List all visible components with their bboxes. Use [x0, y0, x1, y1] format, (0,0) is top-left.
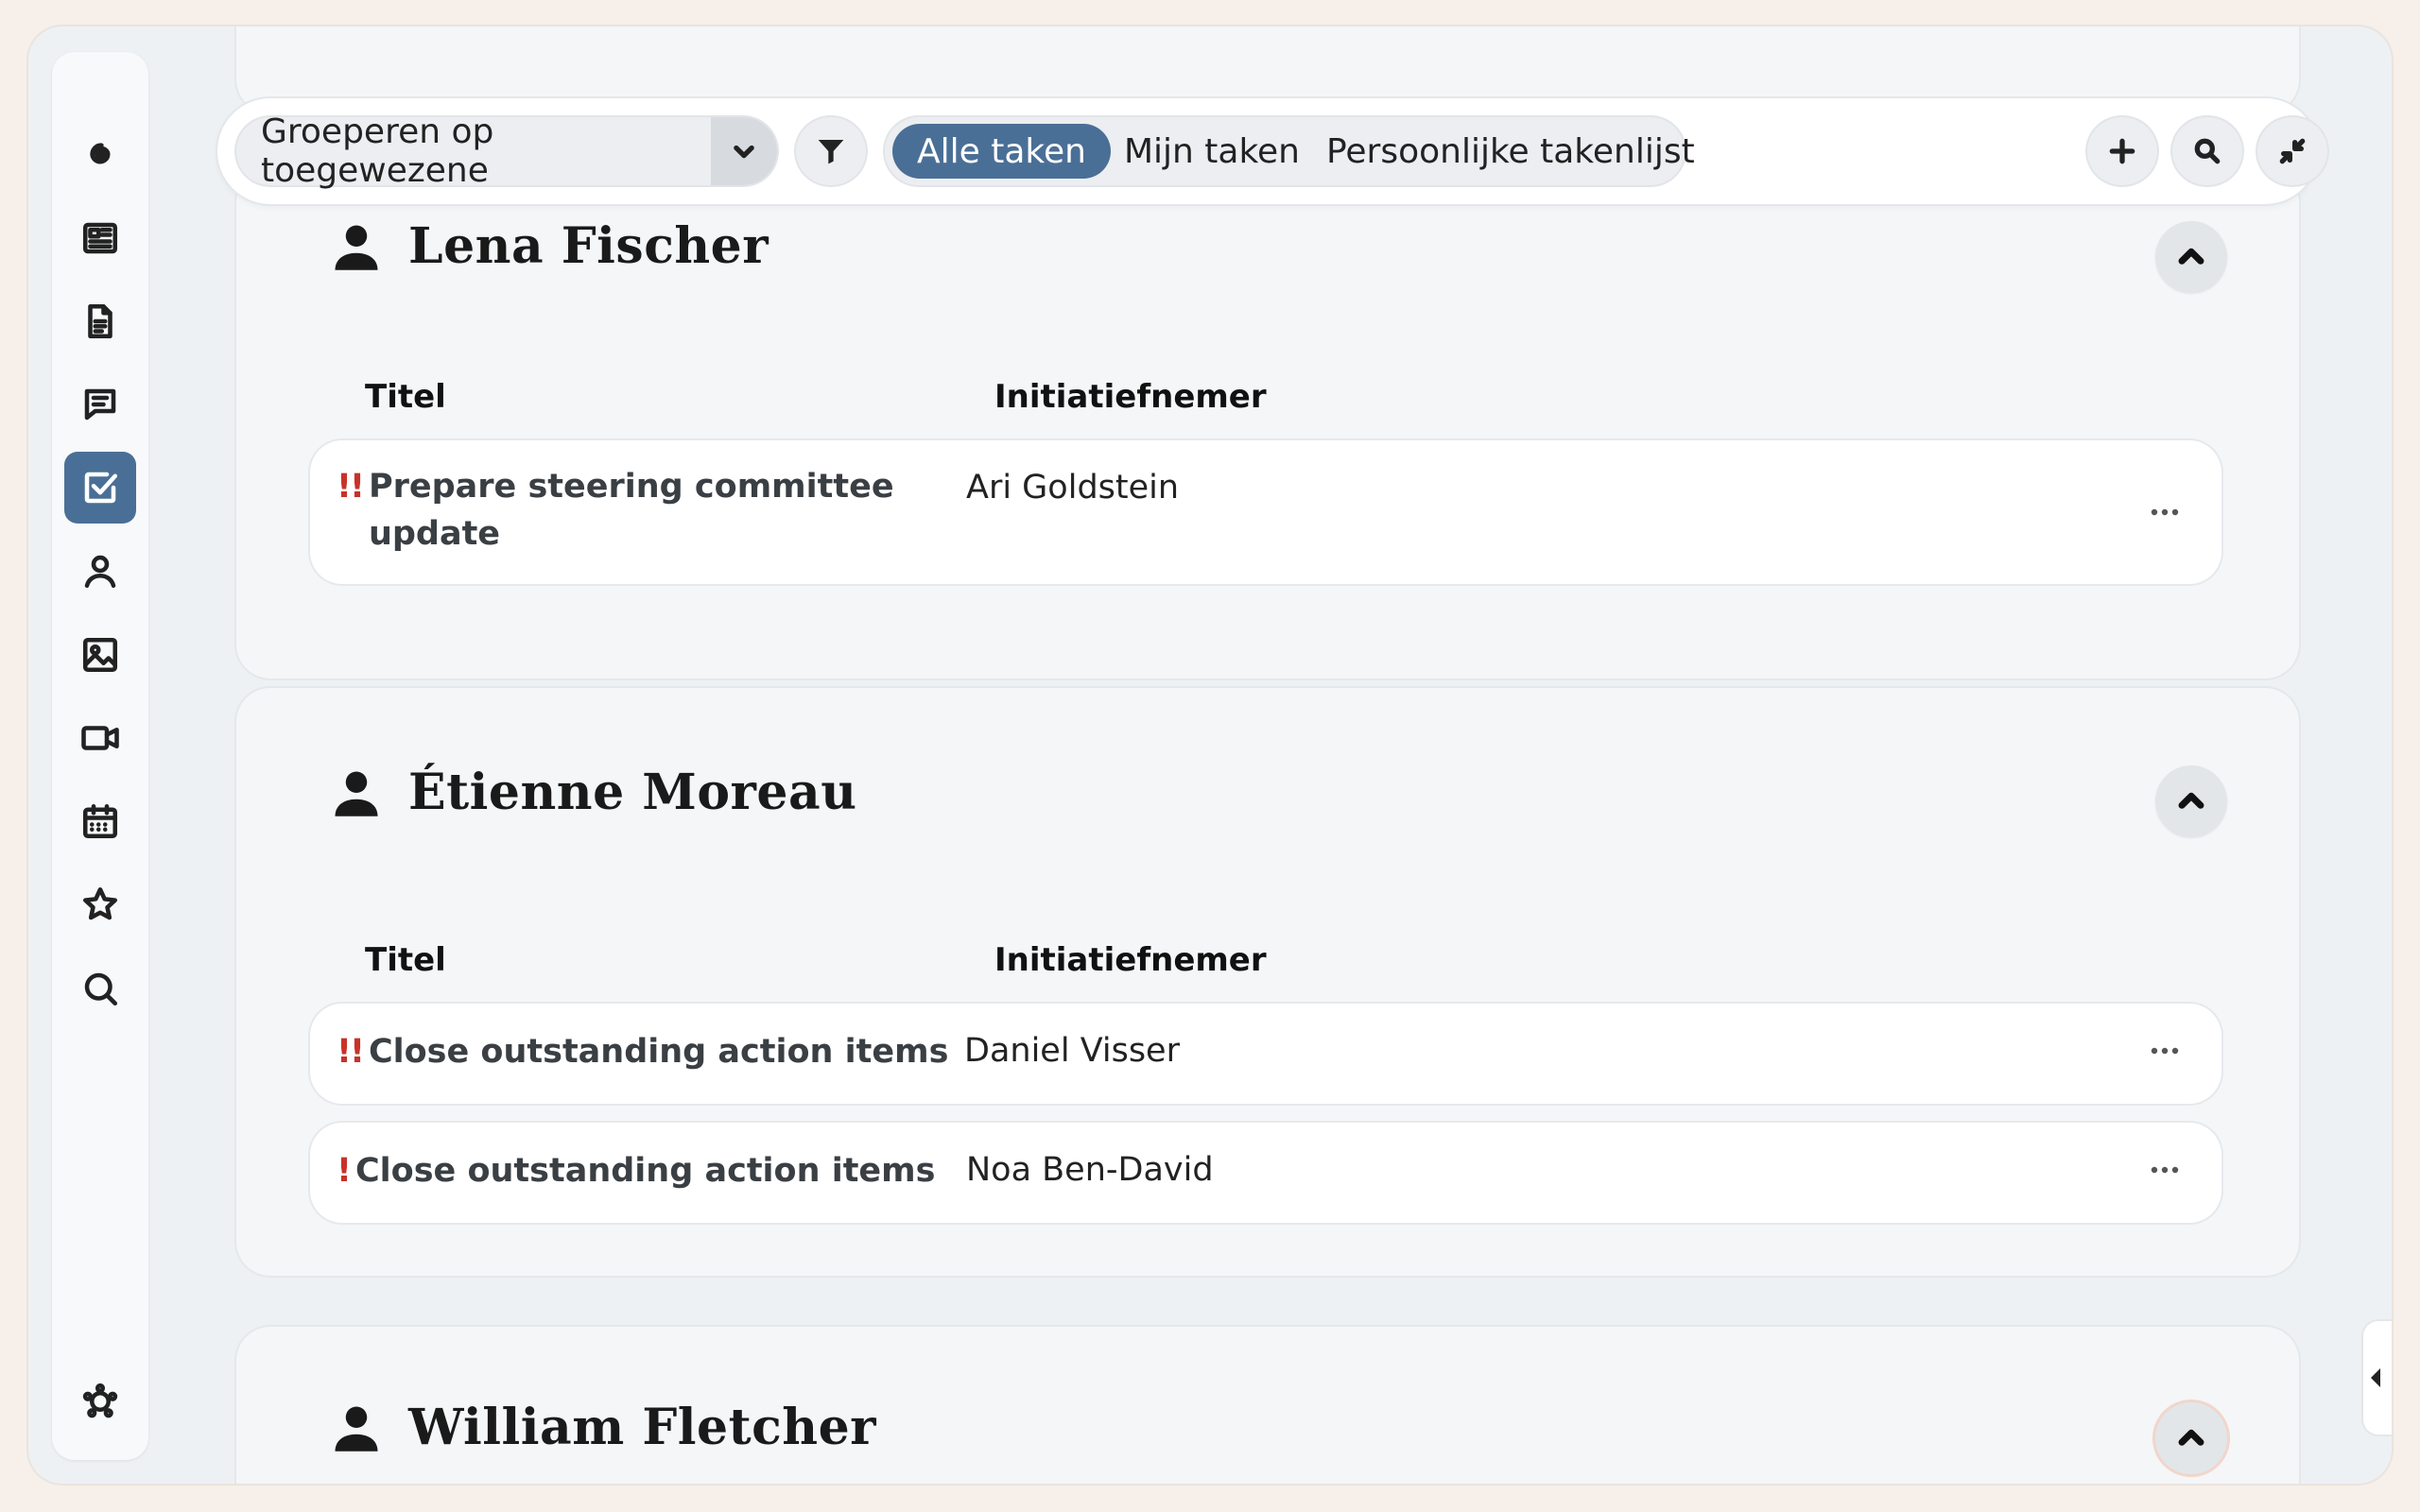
- collapse-all-button[interactable]: [2257, 117, 2327, 185]
- plus-icon: [2109, 138, 2135, 164]
- group-header: Lena Fischer: [331, 217, 769, 275]
- tab-all-tasks[interactable]: Alle taken: [892, 124, 1111, 179]
- task-title[interactable]: ! Close outstanding action items: [337, 1147, 935, 1194]
- task-initiator: Daniel Visser: [964, 1032, 1180, 1070]
- task-list-area: Lena Fischer Titel Initiatiefnemer !! Pr…: [28, 26, 2392, 1484]
- group-header: Étienne Moreau: [331, 764, 857, 821]
- chevron-left-icon: [2371, 1368, 2380, 1387]
- ellipsis-icon: [2151, 508, 2179, 516]
- search-icon: [2194, 138, 2221, 164]
- group-card: Lena Fischer Titel Initiatiefnemer !! Pr…: [236, 168, 2299, 679]
- search-button[interactable]: [2172, 117, 2242, 185]
- group-by-dropdown-button[interactable]: [711, 117, 777, 185]
- task-initiator: Noa Ben-David: [966, 1151, 1214, 1189]
- group-card: William Fletcher: [236, 1327, 2299, 1484]
- group-card: Étienne Moreau Titel Initiatiefnemer !! …: [236, 688, 2299, 1276]
- task-title-text: Prepare steering committee update: [368, 468, 894, 553]
- filter-button[interactable]: [796, 117, 866, 185]
- task-title[interactable]: !! Prepare steering committee update: [337, 463, 904, 558]
- app-window: Lena Fischer Titel Initiatiefnemer !! Pr…: [28, 26, 2392, 1484]
- person-icon: [335, 225, 378, 270]
- column-header-initiator: Initiatiefnemer: [994, 378, 1267, 416]
- group-by-select[interactable]: Groeperen op toegewezene: [236, 112, 777, 190]
- task-title-text: Close outstanding action items: [368, 1033, 949, 1071]
- priority-indicator: !!: [337, 1033, 365, 1071]
- task-row[interactable]: ! Close outstanding action items Noa Ben…: [310, 1123, 2221, 1223]
- task-title-text: Close outstanding action items: [354, 1152, 936, 1190]
- task-row[interactable]: !! Prepare steering committee update Ari…: [310, 440, 2221, 584]
- tab-my-tasks[interactable]: Mijn taken: [1111, 124, 1313, 179]
- collapse-button[interactable]: [2155, 221, 2227, 293]
- filter-icon: [818, 140, 844, 164]
- more-options-button[interactable]: [2136, 493, 2193, 531]
- priority-indicator: !: [337, 1152, 352, 1190]
- group-name: Lena Fischer: [408, 217, 769, 275]
- priority-indicator: !!: [337, 468, 365, 506]
- add-task-button[interactable]: [2087, 117, 2157, 185]
- more-options-button[interactable]: [2136, 1032, 2193, 1070]
- chevron-up-icon: [2178, 248, 2204, 265]
- collapse-button[interactable]: [2155, 1402, 2227, 1474]
- task-title[interactable]: !! Close outstanding action items: [337, 1028, 948, 1075]
- task-row[interactable]: !! Close outstanding action items Daniel…: [310, 1004, 2221, 1104]
- ellipsis-icon: [2151, 1047, 2179, 1055]
- task-initiator: Ari Goldstein: [966, 469, 1180, 507]
- tab-personal-task-list[interactable]: Persoonlijke takenlijst: [1313, 124, 1708, 179]
- group-name: William Fletcher: [408, 1399, 877, 1456]
- column-header-title: Titel: [365, 941, 446, 979]
- group-header: William Fletcher: [331, 1399, 876, 1456]
- chevron-up-icon: [2178, 792, 2204, 809]
- column-header-initiator: Initiatiefnemer: [994, 941, 1267, 979]
- task-toolbar: Groeperen op toegewezene Alle taken Mijn…: [217, 98, 2327, 204]
- group-name: Étienne Moreau: [408, 764, 857, 821]
- group-by-label: Groeperen op toegewezene: [261, 112, 494, 190]
- person-icon: [335, 771, 378, 816]
- ellipsis-icon: [2151, 1166, 2179, 1174]
- more-options-button[interactable]: [2136, 1151, 2193, 1189]
- minimize-arrows-icon: [2279, 138, 2306, 164]
- person-icon: [335, 1406, 378, 1452]
- chevron-down-icon: [734, 145, 754, 159]
- column-header-title: Titel: [365, 378, 446, 416]
- task-scope-tabs: Alle taken Mijn taken Persoonlijke taken…: [885, 117, 1695, 185]
- side-panel-handle[interactable]: [2363, 1321, 2392, 1435]
- collapse-button[interactable]: [2155, 765, 2227, 837]
- chevron-up-icon: [2178, 1429, 2204, 1446]
